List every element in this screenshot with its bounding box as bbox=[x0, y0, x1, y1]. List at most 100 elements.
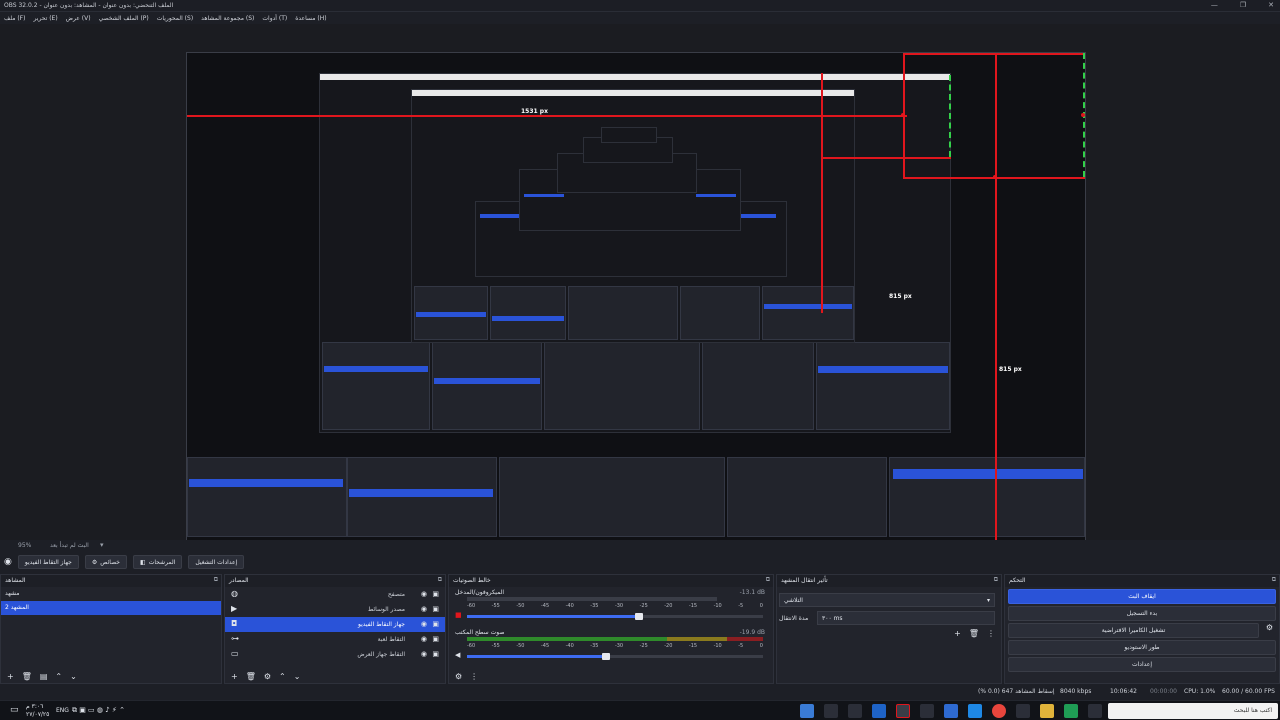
chrome-icon[interactable] bbox=[992, 704, 1006, 718]
eye-icon[interactable]: ◉ bbox=[421, 590, 427, 598]
activate-button[interactable]: إعدادات التشغيل bbox=[188, 555, 245, 569]
filter-icon[interactable]: ▤ bbox=[40, 672, 48, 681]
source-toolbar: ◉ جهاز التقاط الفيديو ⚙ خصائص ◧ المرشحات إ… bbox=[0, 552, 1280, 572]
camera-icon: ◘ bbox=[231, 619, 238, 628]
app-icon[interactable] bbox=[800, 704, 814, 718]
eye-icon[interactable]: ◉ bbox=[421, 605, 427, 613]
source-item-selected[interactable]: ◘ جهاز التقاط الفيديو ◉ ▣ bbox=[225, 617, 445, 632]
trash-icon[interactable]: 🗑 bbox=[969, 629, 979, 638]
scenes-dock: المشاهد ⧉ مشهد المشهد 2 + 🗑 ▤ ⌃ ⌄ bbox=[0, 574, 222, 684]
gear-icon[interactable] bbox=[848, 704, 862, 718]
add-icon[interactable]: + bbox=[231, 672, 238, 681]
clock-time: ٣:٠٦ م bbox=[26, 703, 44, 710]
popout-icon[interactable]: ⧉ bbox=[994, 576, 998, 584]
studio-mode-button[interactable]: طور الاستوديو bbox=[1008, 640, 1276, 655]
tray-icons[interactable]: ⧉ ▣ ▭ ◍ ♪ ⚡ ⌃ bbox=[72, 706, 125, 715]
controls-title: التحكم bbox=[1009, 577, 1026, 584]
level-meter-yellow bbox=[667, 637, 727, 641]
scene-item[interactable]: مشهد bbox=[1, 587, 221, 601]
menu-file[interactable]: ملف (F) bbox=[4, 15, 25, 22]
speaker-icon[interactable]: ◀ bbox=[455, 651, 460, 659]
video-capture-device-button[interactable]: جهاز التقاط الفيديو bbox=[17, 555, 79, 569]
globe-icon: ◍ bbox=[231, 589, 238, 598]
add-icon[interactable]: + bbox=[7, 672, 14, 681]
width-measure-label: 1531 px bbox=[521, 108, 548, 115]
menu-docks[interactable]: المحوريات (S) bbox=[157, 15, 193, 22]
popout-icon[interactable]: ⧉ bbox=[766, 576, 770, 584]
lock-icon[interactable]: ▣ bbox=[432, 590, 439, 598]
menu-scene-collection[interactable]: مجموعة المشاهد (S) bbox=[201, 15, 254, 22]
eye-icon[interactable]: ◉ bbox=[421, 635, 427, 643]
duration-label: مدة الانتقال bbox=[779, 615, 809, 622]
app-icon[interactable] bbox=[968, 704, 982, 718]
obs-icon[interactable] bbox=[896, 704, 910, 718]
app-icon[interactable] bbox=[944, 704, 958, 718]
task-view-icon[interactable] bbox=[1088, 704, 1102, 718]
app-icon[interactable] bbox=[1016, 704, 1030, 718]
app-icon[interactable] bbox=[824, 704, 838, 718]
filters-button[interactable]: ◧ المرشحات bbox=[133, 555, 183, 569]
add-icon[interactable]: + bbox=[954, 629, 961, 638]
menu-view[interactable]: عرض (V) bbox=[66, 15, 91, 22]
gear-icon[interactable]: ⚙ bbox=[264, 672, 271, 681]
chevron-down-icon[interactable]: ⌄ bbox=[294, 672, 301, 681]
trash-icon[interactable]: 🗑 bbox=[246, 672, 256, 681]
eye-icon[interactable]: ◉ bbox=[421, 650, 427, 658]
menu-profile[interactable]: الملف الشخصي (P) bbox=[99, 15, 149, 22]
source-item[interactable]: ▶ مصدر الوسائط ◉ ▣ bbox=[225, 602, 445, 617]
stream-time: 10:06:42 bbox=[1110, 688, 1137, 695]
lock-icon[interactable]: ▣ bbox=[432, 650, 439, 658]
start-recording-button[interactable]: بدء التسجيل bbox=[1008, 606, 1276, 621]
popout-icon[interactable]: ⧉ bbox=[214, 576, 218, 584]
popout-icon[interactable]: ⧉ bbox=[438, 576, 442, 584]
maximize-button[interactable]: ❐ bbox=[1240, 1, 1246, 9]
channel-db: -19.9 dB bbox=[739, 629, 765, 636]
preview-canvas[interactable]: 1531 px 815 px 815 px bbox=[186, 52, 1086, 560]
lock-icon[interactable]: ▣ bbox=[432, 605, 439, 613]
folder-icon[interactable] bbox=[1040, 704, 1054, 718]
level-meter-red bbox=[727, 637, 763, 641]
chevron-up-icon[interactable]: ⌃ bbox=[279, 672, 286, 681]
chevron-down-icon[interactable]: ▾ bbox=[100, 541, 104, 549]
source-item[interactable]: ▭ التقاط جهاز العرض ◉ ▣ bbox=[225, 647, 445, 662]
source-item[interactable]: ⊶ التقاط لعبة ◉ ▣ bbox=[225, 632, 445, 647]
chevron-up-icon[interactable]: ⌃ bbox=[55, 672, 62, 681]
fps: 60.00 / 60.00 FPS bbox=[1222, 688, 1275, 695]
menu-tools[interactable]: أدوات (T) bbox=[262, 15, 287, 22]
menu-edit[interactable]: تحرير (E) bbox=[33, 15, 57, 22]
trash-icon[interactable]: 🗑 bbox=[22, 672, 32, 681]
volume-slider[interactable] bbox=[467, 613, 763, 620]
settings-button[interactable]: إعدادات bbox=[1008, 657, 1276, 672]
preview-area[interactable]: 1531 px 815 px 815 px bbox=[0, 24, 1280, 560]
menu-dots-icon[interactable]: ⋮ bbox=[987, 629, 995, 638]
zoom-level[interactable]: 95% bbox=[18, 542, 31, 549]
menu-dots-icon[interactable]: ⋮ bbox=[470, 672, 478, 681]
menu-help[interactable]: مساعدة (H) bbox=[295, 15, 326, 22]
transition-type-select[interactable]: التلاشي ▾ bbox=[779, 593, 995, 607]
app-icon[interactable] bbox=[872, 704, 886, 718]
properties-button[interactable]: ⚙ خصائص bbox=[84, 555, 128, 569]
volume-slider[interactable] bbox=[467, 653, 763, 660]
close-button[interactable]: ✕ bbox=[1268, 1, 1274, 9]
stop-streaming-button[interactable]: ايقاف البث bbox=[1008, 589, 1276, 604]
channel-name: الميكروفون/المدخل bbox=[455, 589, 505, 596]
source-item[interactable]: ◍ متصفح ◉ ▣ bbox=[225, 587, 445, 602]
mute-icon[interactable]: ■ bbox=[455, 611, 462, 619]
start-virtual-camera-button[interactable]: تشغيل الكاميرا الافتراضية bbox=[1008, 623, 1259, 638]
taskbar-search[interactable]: اكتب هنا للبحث bbox=[1108, 703, 1278, 719]
eye-icon[interactable]: ◉ bbox=[421, 620, 427, 628]
gear-icon[interactable]: ⚙ bbox=[455, 672, 462, 681]
edge-icon[interactable] bbox=[1064, 704, 1078, 718]
notification-icon[interactable]: ▭ bbox=[10, 705, 19, 715]
lock-icon[interactable]: ▣ bbox=[432, 620, 439, 628]
chevron-down-icon[interactable]: ⌄ bbox=[70, 672, 77, 681]
language-indicator[interactable]: ENG bbox=[56, 707, 69, 714]
gear-icon[interactable]: ⚙ bbox=[1266, 623, 1273, 632]
minimize-button[interactable]: — bbox=[1211, 1, 1218, 9]
popout-icon[interactable]: ⧉ bbox=[1272, 576, 1276, 584]
lock-icon[interactable]: ▣ bbox=[432, 635, 439, 643]
scene-item-selected[interactable]: المشهد 2 bbox=[1, 601, 221, 615]
transition-duration-input[interactable]: ٣٠٠ ms bbox=[817, 611, 995, 625]
app-icon[interactable] bbox=[920, 704, 934, 718]
monitor-icon: ▭ bbox=[231, 649, 239, 658]
